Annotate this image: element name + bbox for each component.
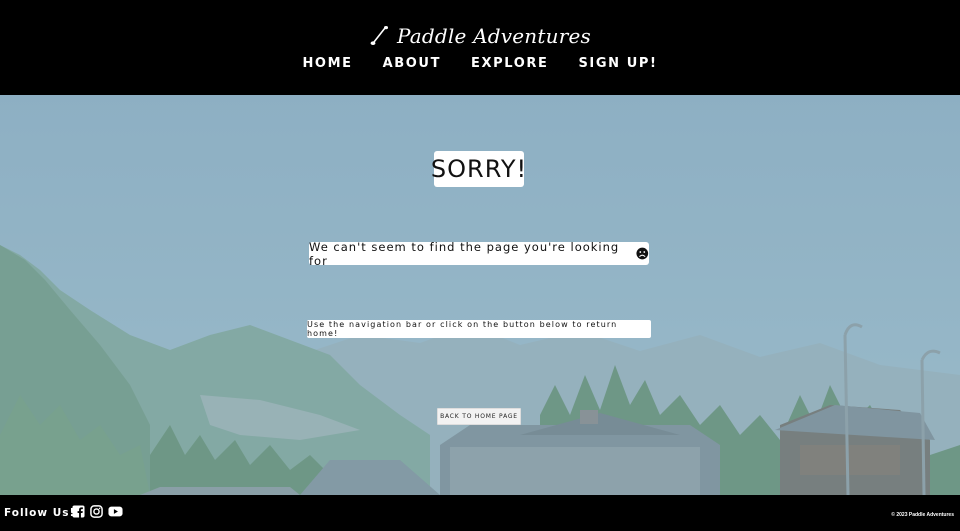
hero-section: SORRY! We can't seem to find the page yo…	[0, 95, 960, 495]
paddle-icon	[370, 26, 389, 45]
nav-about[interactable]: ABOUT	[383, 56, 441, 71]
site-footer: Follow Us! © 2023 Paddle Adventures	[0, 495, 960, 531]
error-title: SORRY!	[430, 155, 528, 183]
instruction-box: Use the navigation bar or click on the b…	[307, 320, 651, 338]
nav-sign-up[interactable]: SIGN UP!	[578, 56, 657, 71]
nav-explore[interactable]: EXPLORE	[471, 56, 548, 71]
instruction-text: Use the navigation bar or click on the b…	[307, 320, 618, 338]
youtube-icon[interactable]	[108, 505, 123, 518]
instagram-icon[interactable]	[90, 505, 103, 518]
follow-us-label: Follow Us!	[4, 507, 76, 519]
back-to-home-label: BACK TO HOME PAGE	[440, 413, 518, 420]
brand[interactable]: Paddle Adventures	[0, 24, 960, 48]
brand-name: Paddle Adventures	[397, 24, 591, 48]
nav-home[interactable]: HOME	[302, 56, 352, 71]
facebook-icon[interactable]	[72, 505, 85, 518]
back-to-home-button[interactable]: BACK TO HOME PAGE	[437, 408, 521, 425]
main-nav: HOME ABOUT EXPLORE SIGN UP!	[0, 56, 960, 71]
sad-face-icon	[636, 247, 649, 260]
copyright-text: © 2023 Paddle Adventures	[891, 512, 954, 518]
site-header: Paddle Adventures HOME ABOUT EXPLORE SIG…	[0, 0, 960, 95]
error-title-box: SORRY!	[430, 151, 528, 187]
error-message-box: We can't seem to find the page you're lo…	[309, 239, 649, 268]
error-message: We can't seem to find the page you're lo…	[309, 239, 620, 268]
social-links	[72, 505, 123, 518]
